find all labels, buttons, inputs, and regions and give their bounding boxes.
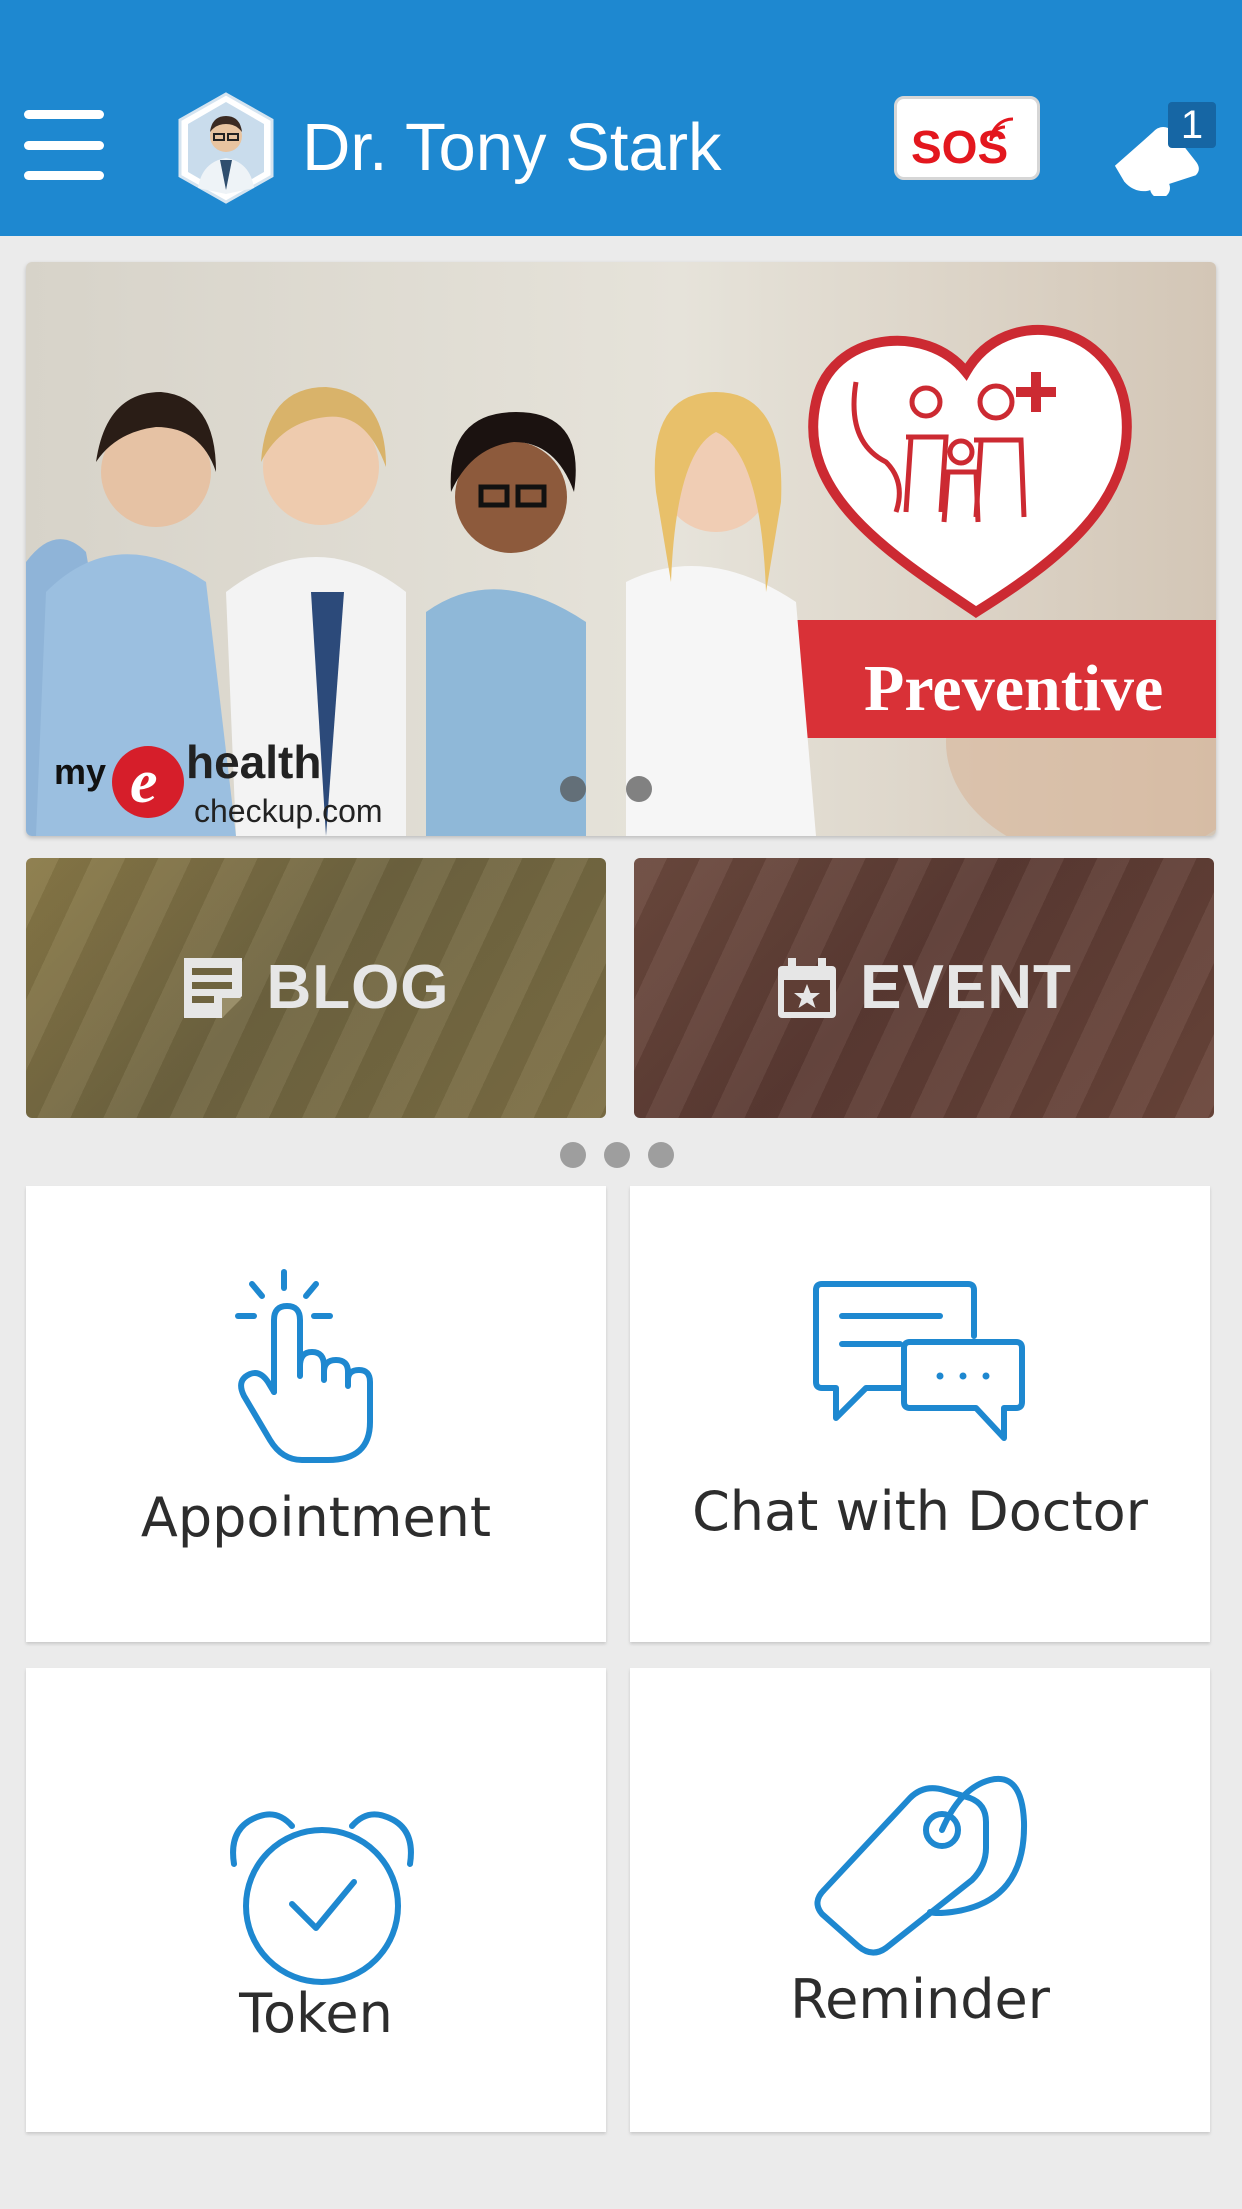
event-label: EVENT [860,953,1072,1022]
page-dot[interactable] [560,1142,586,1168]
banner-illustration: my e health checkup.com Preventive [26,324,1216,836]
promo-banner[interactable]: my e health checkup.com Preventive [26,262,1216,836]
appointment-card[interactable]: Appointment [26,1186,606,1642]
menu-line [24,140,104,150]
doctor-avatar[interactable] [176,92,276,204]
chat-bubbles-icon [813,1281,1025,1441]
reminder-card[interactable]: Reminder [630,1668,1210,2132]
alarm-clock-icon [230,1811,414,1985]
ribbon-text: Preventive [864,652,1163,725]
menu-icon[interactable] [24,110,106,180]
banner-dot[interactable] [626,776,652,802]
blog-tile[interactable]: BLOG [26,858,606,1118]
logo-prefix: my [54,751,106,792]
signal-icon [989,117,1014,142]
token-card[interactable]: Token [26,1668,606,2132]
page-dot[interactable] [604,1142,630,1168]
appointment-label: Appointment [140,1486,492,1549]
tile-pagination [560,1142,674,1168]
notification-badge: 1 [1168,102,1216,148]
logo-sub: checkup.com [194,793,383,829]
reminder-label: Reminder [790,1968,1050,2031]
chat-card[interactable]: Chat with Doctor [630,1186,1210,1642]
page-dot[interactable] [648,1142,674,1168]
sos-button[interactable]: SOS [894,96,1040,180]
blog-label: BLOG [266,953,450,1022]
tap-hand-icon [235,1269,373,1463]
document-icon [184,958,243,1018]
doctor-name: Dr. Tony Stark [302,110,722,185]
menu-line [24,110,104,119]
banner-pagination [560,776,652,802]
logo-main: health [186,736,321,788]
menu-line [24,171,104,180]
event-tile[interactable]: EVENT [634,858,1214,1118]
banner-dot[interactable] [560,776,586,802]
chat-label: Chat with Doctor [692,1480,1148,1543]
logo-e: e [130,748,158,816]
token-label: Token [239,1982,393,2045]
tag-icon [814,1775,1028,1956]
calendar-icon [778,958,837,1018]
app-header: Dr. Tony Stark SOS 1 [0,0,1242,236]
